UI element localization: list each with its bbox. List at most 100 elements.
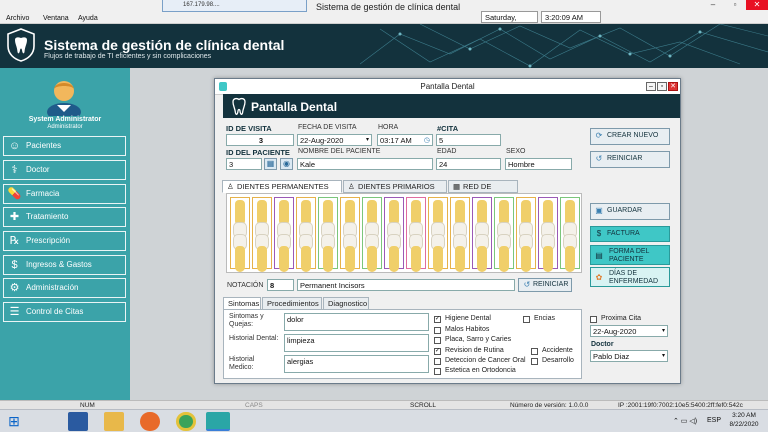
checkbox-gums[interactable]	[523, 316, 530, 323]
calendar-dropdown-icon[interactable]: ▾	[366, 135, 369, 145]
notation-reset-button[interactable]: ↺ REINICIAR	[518, 278, 572, 292]
dialog-maximize-icon[interactable]: ▫	[657, 82, 667, 91]
rdp-connection-bar[interactable]: 167.179.98....	[162, 0, 307, 12]
doctor-label: Doctor	[591, 341, 614, 348]
checkbox-routine-review[interactable]: ✓	[434, 348, 441, 355]
menu-ventana[interactable]: Ventana	[43, 15, 69, 22]
tooth-11[interactable]	[450, 197, 470, 272]
checkbox-development[interactable]	[531, 358, 538, 365]
tray-icons[interactable]: ⌃ ▭ ◁)	[673, 417, 697, 425]
next-appointment-date[interactable]: 22-Aug-2020 ▾	[590, 325, 668, 337]
maximize-icon[interactable]: ▫	[724, 0, 746, 10]
patient-name-field[interactable]: Kale	[297, 158, 433, 170]
admin-icon: ⚙	[9, 282, 20, 294]
close-icon[interactable]: ✕	[746, 0, 768, 10]
file-explorer-icon[interactable]	[104, 412, 124, 431]
checkbox-oral-cancer[interactable]	[434, 358, 441, 365]
tooth-14[interactable]	[516, 197, 536, 272]
checkbox-plaque[interactable]	[434, 337, 441, 344]
tab-permanent-teeth[interactable]: ♙ DIENTES PERMANENTES	[222, 180, 342, 193]
checkbox-bad-habits[interactable]	[434, 327, 441, 334]
tab-notation-grid[interactable]: ▦ RED DE NOTACIÓN	[448, 180, 518, 202]
taskbar-time[interactable]: 3:20 AM	[727, 412, 761, 419]
check-label: Malos Habitos	[445, 326, 490, 333]
sidebar-item-farmacia[interactable]: 💊 Farmacia	[3, 184, 126, 204]
notation-text-field[interactable]: Permanent Incisors	[297, 279, 515, 291]
sidebar-item-label: Farmacia	[26, 189, 60, 198]
tab-primary-teeth[interactable]: ♙ DIENTES PRIMARIOS	[343, 180, 447, 193]
tooth-9[interactable]	[406, 197, 426, 272]
tooth-7[interactable]	[362, 197, 382, 272]
tooth-root	[521, 246, 531, 272]
notation-number-field[interactable]: 8	[267, 279, 294, 291]
doctor-select[interactable]: Pablo Diaz ▾	[590, 350, 668, 362]
dental-app-taskbar-icon[interactable]	[206, 412, 230, 431]
age-field[interactable]: 24	[436, 158, 501, 170]
sidebar-item-doctor[interactable]: ⚕ Doctor	[3, 160, 126, 180]
tooth-3[interactable]	[274, 197, 294, 272]
tooth-6[interactable]	[340, 197, 360, 272]
medical-history-textarea[interactable]: alergias	[284, 355, 429, 373]
tooth-8[interactable]	[384, 197, 404, 272]
patient-name-label: NOMBRE DEL PACIENTE	[298, 148, 381, 155]
language-indicator[interactable]: ESP	[707, 417, 721, 424]
menu-archivo[interactable]: Archivo	[6, 15, 29, 22]
tooth-2[interactable]	[252, 197, 272, 272]
windows-start-icon[interactable]: ⊞	[4, 412, 24, 431]
sidebar-item-prescripcion[interactable]: ℞ Prescripción	[3, 231, 126, 251]
tooth-4[interactable]	[296, 197, 316, 272]
visit-id-field[interactable]: 3	[226, 134, 294, 146]
menu-ayuda[interactable]: Ayuda	[78, 15, 98, 22]
hour-field[interactable]: 03:17 AM ◷	[377, 134, 433, 146]
chevron-down-icon[interactable]: ▾	[662, 351, 665, 361]
patient-form-button[interactable]: ▤ FORMA DEL PACIENTE	[590, 245, 670, 265]
symptoms-textarea[interactable]: dolor	[284, 313, 429, 331]
powershell-icon[interactable]	[68, 412, 88, 431]
tooth-root	[257, 246, 267, 272]
patient-id-label: ID DEL PACIENTE	[226, 148, 290, 157]
appointment-field[interactable]: 5	[436, 134, 501, 146]
tooth-12[interactable]	[472, 197, 492, 272]
tooth-13[interactable]	[494, 197, 514, 272]
dialog-minimize-icon[interactable]: –	[646, 82, 656, 91]
tooth-5[interactable]	[318, 197, 338, 272]
save-button[interactable]: ▣ GUARDAR	[590, 203, 670, 220]
sex-field[interactable]: Hombre	[505, 158, 572, 170]
search-patient-icon[interactable]: ◉	[280, 158, 293, 170]
sidebar-item-tratamiento[interactable]: ✚ Tratamiento	[3, 207, 126, 227]
clock-icon[interactable]: ◷	[424, 135, 430, 145]
grid-lookup-icon[interactable]: ▦	[264, 158, 277, 170]
visit-id-label: ID DE VISITA	[226, 124, 272, 133]
rdp-host: 167.179.98....	[183, 2, 220, 8]
firefox-icon[interactable]	[140, 412, 160, 431]
tooth-1[interactable]	[230, 197, 250, 272]
sick-days-button[interactable]: ✿ DÍAS DE ENFERMEDAD	[590, 267, 670, 287]
reset-button[interactable]: ↺ REINICIAR	[590, 151, 670, 168]
checkbox-dental-hygiene[interactable]: ✓	[434, 316, 441, 323]
sidebar-item-citas[interactable]: ☰ Control de Citas	[3, 302, 126, 322]
sidebar-item-ingresos[interactable]: $ Ingresos & Gastos	[3, 255, 126, 275]
grid-tab-icon: ▦	[453, 182, 461, 191]
dental-history-textarea[interactable]: limpieza	[284, 334, 429, 352]
invoice-button[interactable]: $ FACTURA	[590, 226, 670, 242]
checkbox-accident[interactable]	[531, 348, 538, 355]
sex-label: SEXO	[506, 148, 526, 155]
dialog-close-icon[interactable]: ✕	[668, 82, 678, 91]
calendar-dropdown-icon[interactable]: ▾	[662, 326, 665, 336]
chrome-icon[interactable]	[176, 412, 196, 431]
minimize-icon[interactable]: –	[702, 0, 724, 10]
patient-id-field[interactable]: 3	[226, 158, 262, 170]
visit-date-picker[interactable]: 22-Aug-2020 ▾	[297, 134, 372, 146]
tooth-15[interactable]	[538, 197, 558, 272]
tooth-16[interactable]	[560, 197, 580, 272]
create-new-button[interactable]: ⟳ CREAR NUEVO	[590, 128, 670, 145]
sidebar-item-pacientes[interactable]: ☺ Pacientes	[3, 136, 126, 156]
checkbox-orthodontic[interactable]	[434, 368, 441, 375]
taskbar-date[interactable]: 8/22/2020	[727, 421, 761, 428]
check-label: Placa, Sarro y Caries	[445, 336, 512, 343]
calendar-icon: ☰	[9, 306, 20, 318]
sidebar-item-administracion[interactable]: ⚙ Administración	[3, 278, 126, 298]
checkbox-next-appointment[interactable]	[590, 316, 597, 323]
tooth-10[interactable]	[428, 197, 448, 272]
rx-icon: ℞	[9, 235, 20, 247]
